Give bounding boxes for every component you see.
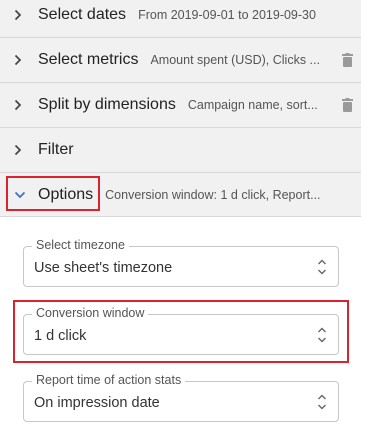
section-title: Filter [38, 141, 74, 158]
section-options[interactable]: Options Conversion window: 1 d click, Re… [0, 173, 361, 217]
up-down-arrows-icon [316, 257, 328, 277]
section-select-dates[interactable]: Select dates From 2019-09-01 to 2019-09-… [0, 0, 361, 38]
chevron-right-icon [0, 99, 38, 111]
section-title: Select metrics [38, 51, 139, 68]
up-down-arrows-icon [316, 325, 328, 345]
section-summary: Campaign name, sort... [187, 98, 318, 112]
section-title: Select dates [38, 5, 127, 23]
section-summary: Conversion window: 1 d click, Report... [105, 187, 321, 202]
chevron-right-icon [0, 54, 38, 66]
timezone-label: Select timezone [32, 238, 129, 252]
chevron-down-icon [0, 191, 38, 199]
report-time-select[interactable]: Report time of action stats On impressio… [23, 373, 339, 422]
report-time-label: Report time of action stats [32, 373, 186, 387]
section-summary: Amount spent (USD), Clicks ... [150, 53, 320, 67]
section-summary: From 2019-09-01 to 2019-09-30 [138, 7, 316, 22]
timezone-select[interactable]: Select timezone Use sheet's timezone [23, 238, 339, 287]
conversion-window-select[interactable]: Conversion window 1 d click [23, 306, 339, 355]
section-title: Options [38, 185, 94, 203]
chevron-right-icon [0, 9, 38, 21]
timezone-value: Use sheet's timezone [34, 260, 173, 276]
conversion-window-label: Conversion window [32, 306, 149, 320]
section-title: Split by dimensions [38, 96, 176, 113]
conversion-window-value: 1 d click [34, 328, 87, 344]
section-filter[interactable]: Filter [0, 128, 361, 173]
section-split-by-dimensions[interactable]: Split by dimensions Campaign name, sort.… [0, 83, 361, 128]
trash-icon[interactable] [333, 98, 361, 112]
report-config-panel: Select dates From 2019-09-01 to 2019-09-… [0, 0, 361, 436]
trash-icon[interactable] [333, 53, 361, 67]
chevron-right-icon [0, 144, 38, 156]
report-time-value: On impression date [34, 395, 160, 411]
up-down-arrows-icon [316, 392, 328, 412]
section-select-metrics[interactable]: Select metrics Amount spent (USD), Click… [0, 38, 361, 83]
